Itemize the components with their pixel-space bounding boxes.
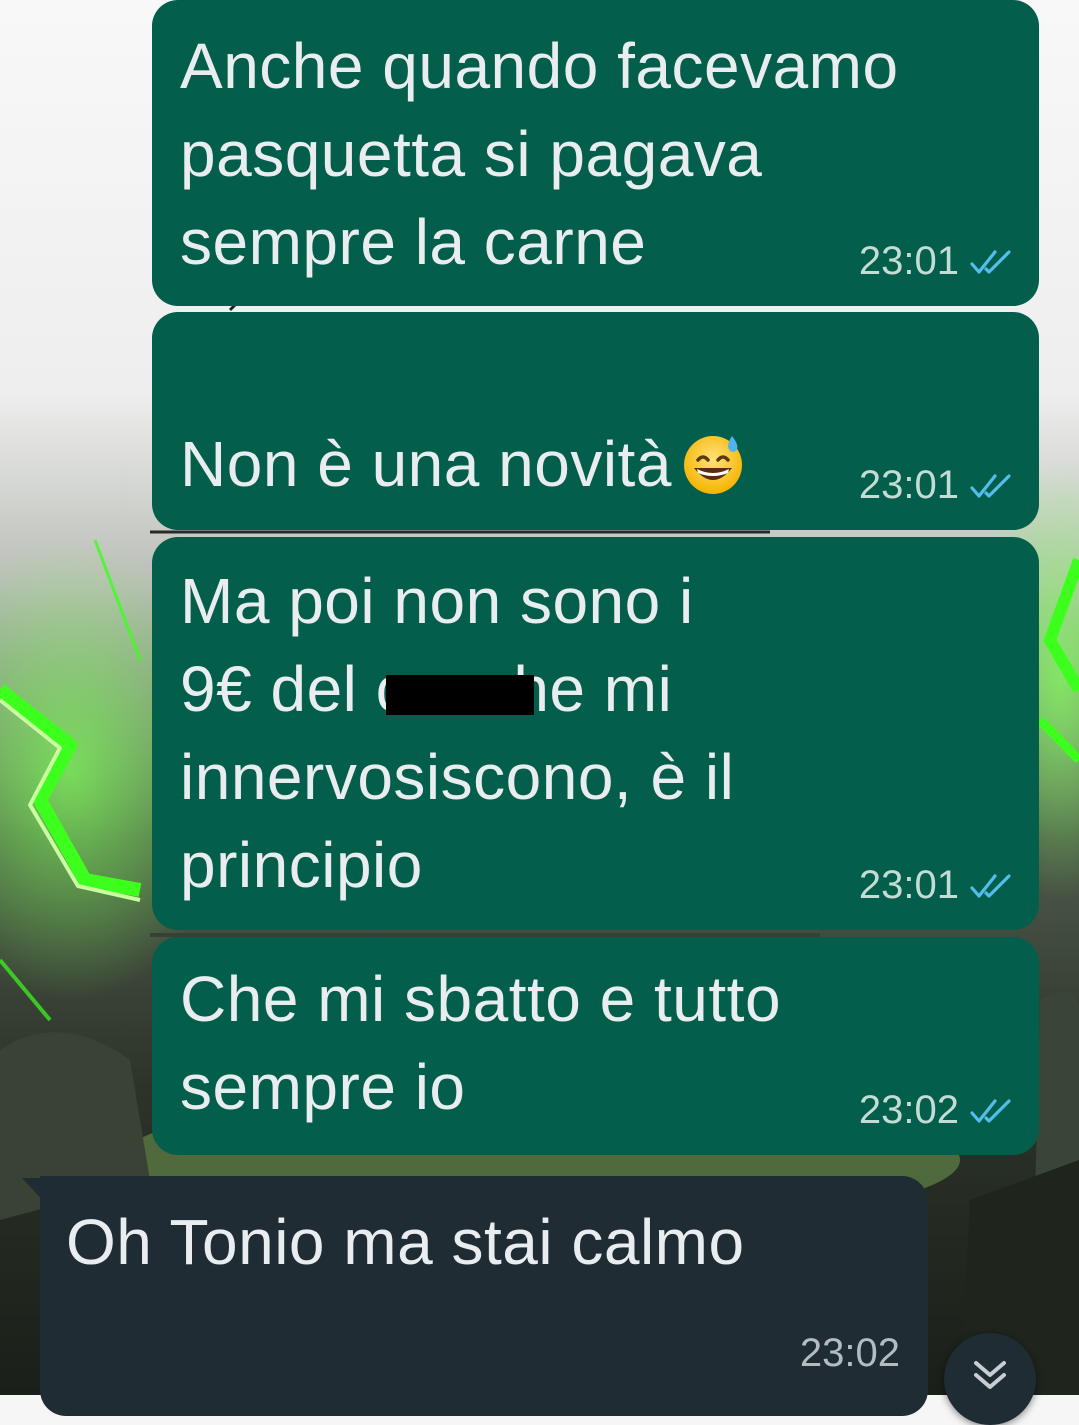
incoming-message[interactable]: Oh Tonio ma stai calmo 23:02 [40, 1176, 928, 1416]
double-check-icon [970, 473, 1011, 498]
message-meta: 23:01 [859, 463, 1015, 508]
message-time: 23:02 [799, 1331, 900, 1375]
message-time: 23:01 [858, 863, 959, 907]
grinning-face-with-sweat-emoji [683, 436, 742, 494]
message-meta: 23:02 [859, 1088, 1015, 1133]
message-time: 23:01 [858, 463, 959, 507]
message-meta: 23:01 [859, 239, 1015, 284]
double-check-icon [970, 1098, 1011, 1123]
message-time: 23:02 [858, 1088, 959, 1132]
message-text: Non è una novità [180, 428, 672, 500]
double-chevron-down-icon [974, 1361, 1006, 1389]
outgoing-message[interactable]: Non è una novità 23:01 [152, 312, 1039, 530]
double-check-icon [970, 249, 1011, 274]
message-text: Ma poi non sono i 9€ del c o che mi inne… [180, 565, 735, 901]
outgoing-message[interactable]: Ma poi non sono i 9€ del c o che mi inne… [152, 537, 1039, 930]
redaction-bar [386, 675, 534, 715]
message-meta: 23:01 [859, 863, 1015, 908]
message-text: Anche quando facevamo pasquetta si pagav… [180, 30, 899, 278]
scroll-to-bottom-button[interactable] [944, 1333, 1036, 1425]
double-check-icon [970, 873, 1011, 898]
message-text: Che mi sbatto e tutto sempre io [180, 963, 782, 1123]
outgoing-message[interactable]: Anche quando facevamo pasquetta si pagav… [152, 0, 1039, 306]
message-meta: 23:02 [800, 1331, 900, 1376]
outgoing-message[interactable]: Che mi sbatto e tutto sempre io 23:02 [152, 937, 1039, 1155]
message-text-line: Non è una novità [180, 332, 746, 508]
message-time: 23:01 [858, 239, 959, 283]
message-text: Oh Tonio ma stai calmo [66, 1206, 745, 1278]
